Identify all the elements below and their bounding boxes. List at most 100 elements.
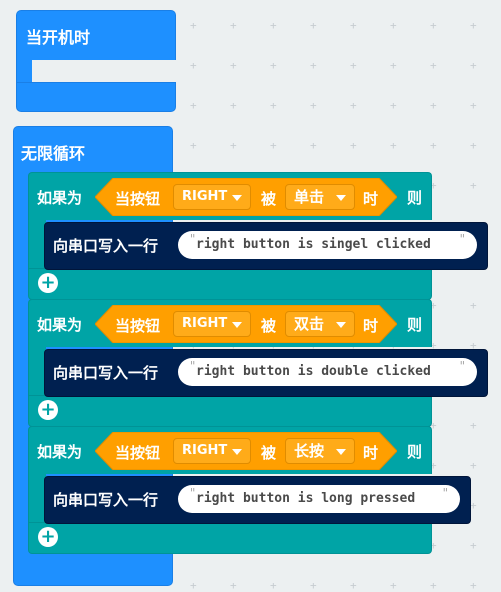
grid-plus-mark: + bbox=[190, 59, 197, 72]
action-dropdown-3[interactable]: 长按 bbox=[285, 438, 355, 464]
close-quote: " bbox=[441, 486, 449, 500]
string-value-1: right button is singel clicked bbox=[196, 237, 431, 252]
by-label-2: 被 bbox=[261, 317, 277, 335]
grid-plus-mark: + bbox=[430, 59, 437, 72]
event-prefix-2: 当按钮 bbox=[115, 317, 161, 335]
grid-plus-mark: + bbox=[230, 19, 237, 32]
grid-plus-mark: + bbox=[430, 579, 437, 592]
grid-plus-mark: + bbox=[310, 99, 317, 112]
grid-plus-mark: + bbox=[470, 59, 477, 72]
button-dropdown-value-2: RIGHT bbox=[182, 316, 228, 331]
string-input-1[interactable]: " right button is singel clicked " bbox=[178, 231, 477, 259]
grid-plus-mark: + bbox=[350, 579, 357, 592]
time-label-1: 时 bbox=[363, 190, 379, 208]
by-label-3: 被 bbox=[261, 444, 277, 462]
grid-plus-mark: + bbox=[310, 579, 317, 592]
action-dropdown-2[interactable]: 双击 bbox=[285, 311, 355, 337]
string-input-3[interactable]: " right button is long pressed " bbox=[178, 485, 460, 513]
grid-plus-mark: + bbox=[270, 19, 277, 32]
serial-label-1: 向串口写入一行 bbox=[53, 237, 159, 255]
string-value-2: right button is double clicked bbox=[196, 364, 431, 379]
if-block-1-bottom bbox=[28, 268, 432, 300]
button-dropdown-2[interactable]: RIGHT bbox=[173, 311, 251, 337]
chevron-down-icon bbox=[232, 449, 242, 455]
if-label-1: 如果为 bbox=[37, 189, 83, 207]
grid-plus-mark: + bbox=[470, 99, 477, 112]
then-label-3: 则 bbox=[407, 443, 423, 461]
grid-plus-mark: + bbox=[430, 19, 437, 32]
button-dropdown-value-1: RIGHT bbox=[182, 189, 228, 204]
grid-plus-mark: + bbox=[430, 99, 437, 112]
action-dropdown-value-3: 长按 bbox=[294, 442, 325, 460]
open-quote: " bbox=[189, 359, 197, 373]
grid-plus-mark: + bbox=[350, 19, 357, 32]
chevron-down-icon bbox=[336, 322, 346, 328]
grid-plus-mark: + bbox=[310, 19, 317, 32]
grid-plus-mark: + bbox=[390, 579, 397, 592]
grid-plus-mark: + bbox=[310, 59, 317, 72]
grid-plus-mark: + bbox=[470, 579, 477, 592]
grid-plus-mark: + bbox=[470, 539, 477, 552]
grid-plus-mark: + bbox=[230, 59, 237, 72]
grid-plus-mark: + bbox=[470, 419, 477, 432]
grid-plus-mark: + bbox=[190, 579, 197, 592]
add-else-icon[interactable]: + bbox=[38, 400, 58, 420]
grid-plus-mark: + bbox=[470, 459, 477, 472]
grid-plus-mark: + bbox=[270, 99, 277, 112]
if-block-2-bottom bbox=[28, 395, 432, 427]
close-quote: " bbox=[458, 232, 466, 246]
event-prefix-1: 当按钮 bbox=[115, 190, 161, 208]
then-label-1: 则 bbox=[407, 189, 423, 207]
grid-plus-mark: + bbox=[230, 99, 237, 112]
grid-plus-mark: + bbox=[470, 299, 477, 312]
open-quote: " bbox=[189, 486, 197, 500]
string-value-3: right button is long pressed bbox=[196, 491, 416, 506]
grid-plus-mark: + bbox=[190, 99, 197, 112]
chevron-down-icon bbox=[232, 322, 242, 328]
grid-plus-mark: + bbox=[390, 59, 397, 72]
chevron-down-icon bbox=[232, 195, 242, 201]
grid-plus-mark: + bbox=[270, 139, 277, 152]
grid-plus-mark: + bbox=[470, 179, 477, 192]
button-dropdown-3[interactable]: RIGHT bbox=[173, 438, 251, 464]
grid-plus-mark: + bbox=[390, 139, 397, 152]
close-quote: " bbox=[458, 359, 466, 373]
serial-label-3: 向串口写入一行 bbox=[53, 491, 159, 509]
if-block-3-bottom bbox=[28, 522, 432, 554]
time-label-3: 时 bbox=[363, 444, 379, 462]
if-label-3: 如果为 bbox=[37, 443, 83, 461]
chevron-down-icon bbox=[336, 449, 346, 455]
time-label-2: 时 bbox=[363, 317, 379, 335]
grid-plus-mark: + bbox=[270, 59, 277, 72]
grid-plus-mark: + bbox=[230, 579, 237, 592]
grid-plus-mark: + bbox=[310, 139, 317, 152]
grid-plus-mark: + bbox=[350, 99, 357, 112]
grid-plus-mark: + bbox=[390, 19, 397, 32]
grid-plus-mark: + bbox=[390, 99, 397, 112]
on-start-block-bottom bbox=[16, 82, 176, 112]
add-else-icon[interactable]: + bbox=[38, 273, 58, 293]
grid-plus-mark: + bbox=[230, 139, 237, 152]
grid-plus-mark: + bbox=[470, 19, 477, 32]
grid-plus-mark: + bbox=[350, 139, 357, 152]
if-label-2: 如果为 bbox=[37, 316, 83, 334]
on-start-label: 当开机时 bbox=[26, 28, 91, 47]
grid-plus-mark: + bbox=[190, 19, 197, 32]
button-dropdown-value-3: RIGHT bbox=[182, 443, 228, 458]
grid-plus-mark: + bbox=[430, 139, 437, 152]
forever-label: 无限循环 bbox=[21, 144, 86, 163]
on-start-block-arm bbox=[16, 59, 32, 84]
action-dropdown-1[interactable]: 单击 bbox=[285, 184, 355, 210]
grid-plus-mark: + bbox=[270, 579, 277, 592]
event-prefix-3: 当按钮 bbox=[115, 444, 161, 462]
string-input-2[interactable]: " right button is double clicked " bbox=[178, 358, 477, 386]
serial-label-2: 向串口写入一行 bbox=[53, 364, 159, 382]
grid-plus-mark: + bbox=[190, 139, 197, 152]
button-dropdown-1[interactable]: RIGHT bbox=[173, 184, 251, 210]
action-dropdown-value-1: 单击 bbox=[294, 188, 325, 206]
then-label-2: 则 bbox=[407, 316, 423, 334]
grid-plus-mark: + bbox=[350, 59, 357, 72]
grid-plus-mark: + bbox=[470, 139, 477, 152]
add-else-icon[interactable]: + bbox=[38, 527, 58, 547]
action-dropdown-value-2: 双击 bbox=[294, 315, 325, 333]
